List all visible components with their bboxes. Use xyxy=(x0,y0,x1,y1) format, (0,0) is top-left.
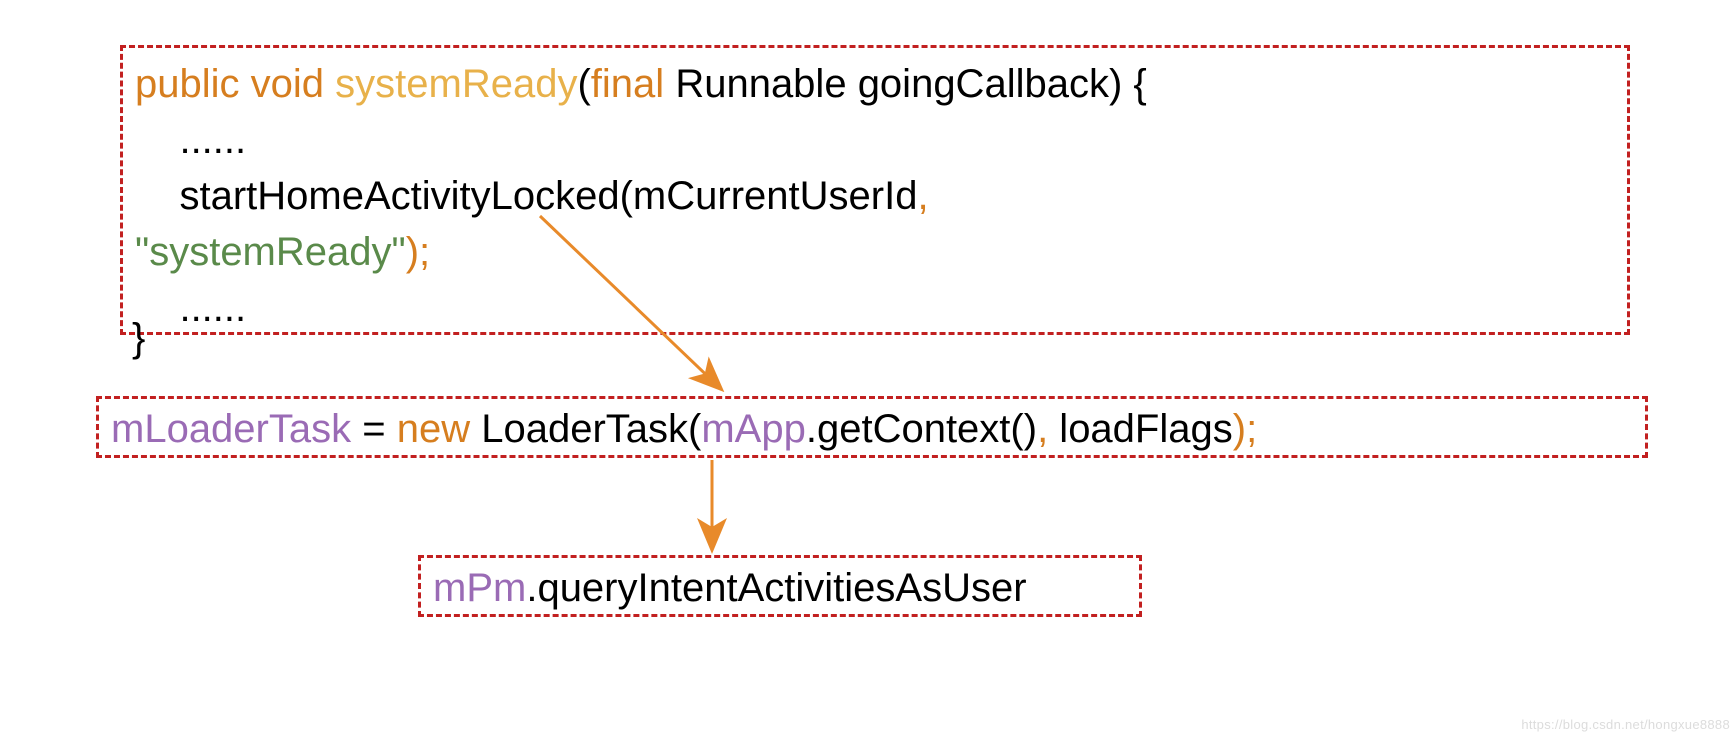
brace-close: } xyxy=(132,316,145,361)
code-line-1: public void systemReady(final Runnable g… xyxy=(135,56,1615,112)
comma: , xyxy=(917,174,928,218)
ctor-open: LoaderTask( xyxy=(470,407,701,451)
keyword-final: final xyxy=(591,62,664,106)
code-box-loader-task: mLoaderTask = new LoaderTask(mApp.getCon… xyxy=(96,396,1648,458)
method-name: systemReady xyxy=(335,62,577,106)
arg-loadflags: loadFlags xyxy=(1048,407,1233,451)
code-line-4: "systemReady"); xyxy=(135,224,1615,280)
paren-close: ) xyxy=(1109,62,1122,106)
keyword-new: new xyxy=(397,407,470,451)
paren-open: ( xyxy=(577,62,590,106)
dots: ...... xyxy=(179,118,246,162)
string-literal: "systemReady" xyxy=(135,230,406,274)
watermark-text: https://blog.csdn.net/hongxue8888 xyxy=(1521,717,1730,732)
code-line-mpm: mPm.queryIntentActivitiesAsUser xyxy=(433,560,1127,616)
param-type: Runnable xyxy=(675,62,846,106)
getcontext-call: .getContext() xyxy=(806,407,1037,451)
close-call: ); xyxy=(1233,407,1257,451)
var-mpm: mPm xyxy=(433,566,526,610)
code-box-mpm-query: mPm.queryIntentActivitiesAsUser xyxy=(418,555,1142,617)
code-line-5: ...... xyxy=(135,280,1615,336)
code-line-3: startHomeActivityLocked(mCurrentUserId, xyxy=(135,168,1615,224)
var-mapp: mApp xyxy=(701,407,806,451)
code-line-2: ...... xyxy=(135,112,1615,168)
code-line-loader: mLoaderTask = new LoaderTask(mApp.getCon… xyxy=(111,401,1633,457)
query-call: .queryIntentActivitiesAsUser xyxy=(526,566,1026,610)
code-box-system-ready: public void systemReady(final Runnable g… xyxy=(120,45,1630,335)
close-call: ); xyxy=(406,230,430,274)
param-name: goingCallback xyxy=(858,62,1109,106)
var-mloadertask: mLoaderTask xyxy=(111,407,351,451)
call-start: startHomeActivityLocked(mCurrentUserId xyxy=(179,174,917,218)
dots: ...... xyxy=(179,286,246,330)
keyword-void: void xyxy=(251,62,324,106)
keyword-public: public xyxy=(135,62,240,106)
comma: , xyxy=(1037,407,1048,451)
brace-open: { xyxy=(1133,62,1146,106)
equals: = xyxy=(351,407,397,451)
